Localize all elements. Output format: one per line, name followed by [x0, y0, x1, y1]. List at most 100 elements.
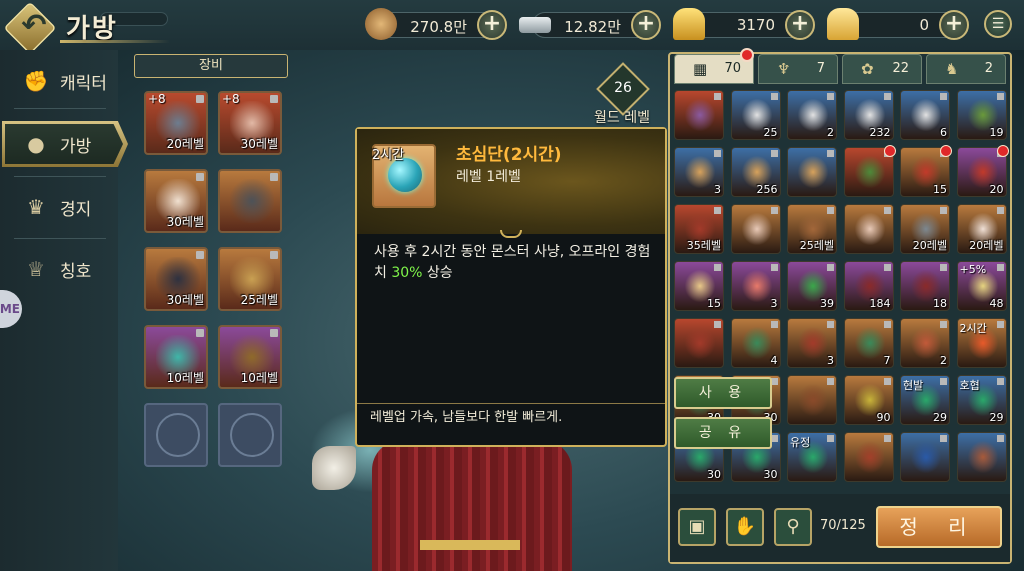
lock-icon [827, 321, 834, 328]
inventory-slot[interactable]: 232 [843, 90, 894, 140]
hand-icon: ✋ [733, 516, 757, 537]
lock-icon [196, 329, 204, 337]
inventory-slot[interactable]: 3 [674, 147, 724, 197]
item-duration-label: 2시간 [372, 148, 405, 163]
inventory-tab[interactable]: ♞ 2 [926, 54, 1006, 84]
item-art [685, 99, 715, 131]
inventory-slot[interactable] [843, 204, 894, 254]
menu-list-icon[interactable]: ☰ [984, 10, 1012, 38]
lock-icon [883, 378, 891, 385]
inventory-slot[interactable] [730, 204, 781, 254]
back-arrow-icon[interactable]: ↶ [14, 6, 54, 46]
item-art [854, 441, 885, 473]
inventory-slot[interactable] [674, 90, 724, 140]
inventory-slot[interactable] [674, 318, 724, 368]
item-count: 30 [763, 468, 778, 481]
add-gold-button[interactable]: + [785, 10, 815, 40]
chest-icon: ▣ [688, 516, 706, 537]
inventory-slot[interactable]: 7 [843, 318, 894, 368]
equipment-slot[interactable]: +8 20레벨 [144, 91, 208, 155]
inventory-slot[interactable]: 2 [787, 90, 837, 140]
equipment-slot[interactable]: 25레벨 [218, 247, 282, 311]
item-art [854, 156, 885, 188]
inventory-slot[interactable]: 15 [900, 145, 952, 197]
divider [14, 176, 106, 177]
inventory-slot[interactable]: 3 [787, 318, 837, 368]
inventory-slot[interactable] [956, 432, 1007, 482]
item-count: 15 [933, 183, 947, 196]
item-art [798, 99, 828, 131]
inventory-slot[interactable]: 18 [900, 261, 950, 311]
storage-chest-button[interactable]: ▣ [678, 508, 716, 546]
add-ingot-button[interactable]: + [939, 10, 969, 40]
inventory-slot[interactable]: 20레벨 [900, 204, 950, 254]
inventory-slot[interactable] [900, 432, 950, 482]
sidebar-item-character[interactable]: ✊ 캐릭터 [0, 56, 118, 106]
inventory-slot[interactable]: 35레벨 [674, 204, 724, 254]
inventory-slot[interactable]: 2 [900, 318, 950, 368]
lock-icon [940, 321, 947, 328]
item-count: 2 [940, 354, 947, 367]
currency-coin-value: 270.8만 [410, 18, 467, 36]
inventory-slot[interactable]: 6 [900, 90, 950, 140]
item-tag: 유정 [790, 436, 811, 449]
inventory-slot[interactable] [787, 375, 837, 425]
equipment-slot[interactable]: 30레벨 [144, 247, 208, 311]
hand-over-button[interactable]: ✋ [726, 508, 764, 546]
inventory-slot[interactable]: 호협 29 [956, 375, 1007, 425]
inventory-tab[interactable]: ✿ 22 [842, 54, 922, 84]
lock-icon [996, 207, 1004, 214]
lock-icon [883, 207, 891, 214]
item-count: 232 [869, 126, 891, 139]
inventory-slot[interactable]: 25레벨 [787, 204, 837, 254]
inventory-slot[interactable]: 유정 [787, 432, 837, 482]
inventory-slot[interactable]: 20레벨 [956, 204, 1007, 254]
sidebar-item-title[interactable]: ♕ 칭호 [0, 244, 118, 294]
inventory-slot[interactable]: 90 [843, 375, 894, 425]
inventory-slot[interactable] [843, 145, 896, 197]
use-button[interactable]: 사 용 [674, 377, 772, 409]
item-art [911, 441, 941, 473]
lock-icon [883, 435, 891, 442]
inventory-tab[interactable]: ♆ 7 [758, 54, 838, 84]
inventory-slot[interactable]: 15 [674, 261, 724, 311]
add-silver-button[interactable]: + [631, 10, 661, 40]
inventory-slot[interactable]: 256 [730, 147, 781, 197]
item-count: 20레벨 [912, 239, 947, 252]
equipment-slot[interactable]: +8 30레벨 [218, 91, 282, 155]
inventory-slot[interactable]: 현발 29 [900, 375, 950, 425]
description-highlight: 30% [391, 265, 423, 281]
inventory-slot[interactable]: 39 [787, 261, 837, 311]
inventory-slot[interactable]: 184 [843, 261, 894, 311]
lock-icon [827, 378, 834, 385]
inventory-slot[interactable]: 25 [730, 90, 781, 140]
search-button[interactable]: ⚲ [774, 508, 812, 546]
equipment-slot[interactable] [144, 403, 208, 467]
inventory-slot[interactable] [843, 432, 894, 482]
currency-gold-value: 3170 [736, 16, 775, 34]
equipment-slot[interactable]: 10레벨 [218, 325, 282, 389]
bag-icon: ● [27, 132, 45, 156]
share-button[interactable]: 공 유 [674, 417, 772, 449]
sidebar-item-realm[interactable]: ♛ 경지 [0, 182, 118, 232]
item-flavor-text: 레벨업 가속, 남들보다 한발 빠르게. [370, 410, 563, 425]
inventory-slot[interactable]: 2시간 [956, 318, 1007, 368]
notification-dot [883, 145, 896, 157]
add-coin-button[interactable]: + [477, 10, 507, 40]
inventory-slot[interactable] [787, 147, 837, 197]
equipment-slot[interactable] [218, 403, 282, 467]
sort-button[interactable]: 정 리 [876, 506, 1002, 548]
equipment-slot[interactable]: 10레벨 [144, 325, 208, 389]
item-count: 48 [989, 297, 1004, 310]
inventory-slot[interactable]: 20 [956, 145, 1009, 197]
inventory-slot[interactable]: 4 [730, 318, 781, 368]
item-count: 7 [883, 354, 891, 367]
notification-dot [940, 145, 952, 157]
inventory-slot[interactable]: 19 [956, 90, 1007, 140]
inventory-slot[interactable]: +5% 48 [956, 261, 1007, 311]
inventory-capacity: 70/125 [820, 518, 866, 533]
inventory-slot[interactable]: 3 [730, 261, 781, 311]
equipment-slot[interactable] [218, 169, 282, 233]
equipment-slot[interactable]: 30레벨 [144, 169, 208, 233]
sidebar-item-bag[interactable]: ● 가방 [0, 119, 118, 169]
